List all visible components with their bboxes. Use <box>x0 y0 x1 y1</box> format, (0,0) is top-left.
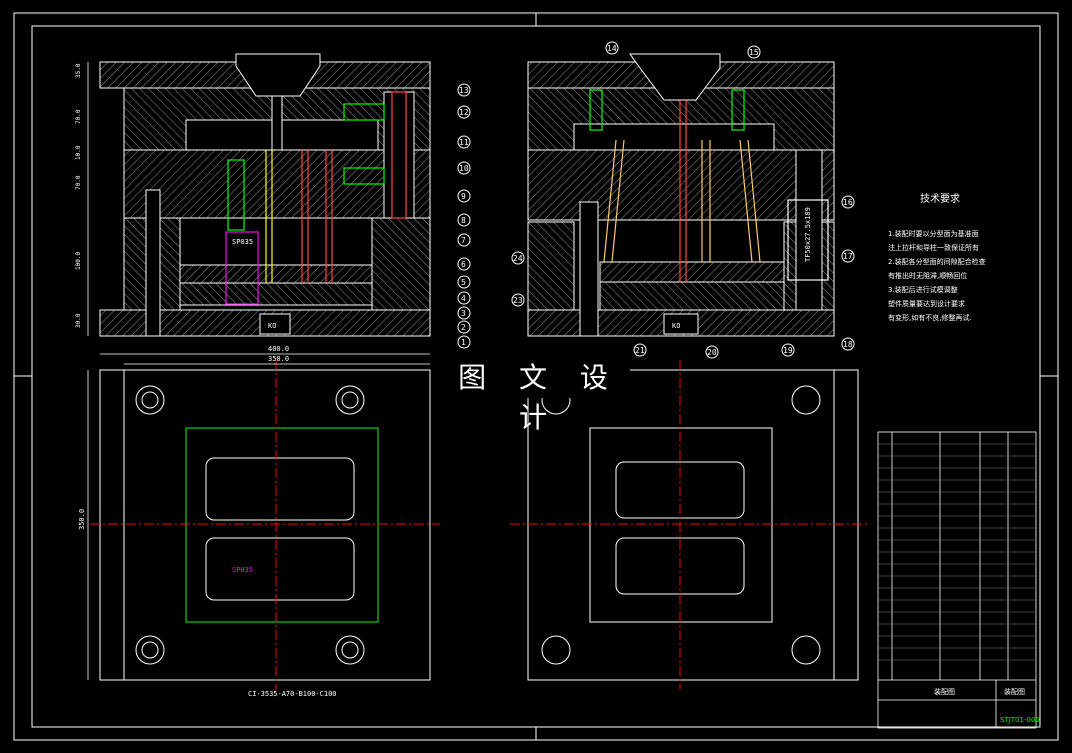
balloon-19: 19 <box>783 346 793 355</box>
ko-label-right: KO <box>672 322 680 330</box>
tech-line-4: 有推出时无阻滞,顺畅回位 <box>888 271 967 280</box>
right-plan-centerlines <box>510 360 868 690</box>
top-width-dim: 400.0 <box>268 345 289 353</box>
balloon-12: 12 <box>459 108 469 117</box>
balloon-13: 13 <box>459 86 469 95</box>
mold-base-code: CI-3535-A70-B100-C100 <box>248 690 337 698</box>
parts-list-rows <box>878 443 1036 661</box>
stack-dim-5: 30.0 <box>75 313 82 328</box>
stack-dim-4: 100.0 <box>75 252 82 270</box>
balloon-17: 17 <box>843 252 853 261</box>
balloon-2: 2 <box>461 323 466 332</box>
sp-label-right: SP035 <box>232 566 253 574</box>
ko-label-left: KO <box>268 322 276 330</box>
left-plan-view <box>99 369 431 681</box>
right-section-view <box>527 53 835 337</box>
balloon-1: 1 <box>461 338 466 347</box>
tech-line-6: 塑件质量要达到设计要求 <box>888 299 965 308</box>
stack-dim-2: 70.0 <box>75 175 82 190</box>
balloon-4: 4 <box>461 294 466 303</box>
balloon-24: 24 <box>513 254 523 263</box>
left-plan-centerlines <box>90 360 440 690</box>
title-block-name: 装配图 <box>934 687 955 696</box>
tech-line-3: 2.装配各分型面的间隙配合检查 <box>888 257 986 266</box>
stack-dim-0: 35.0 <box>75 63 82 78</box>
technical-requirements: 技术要求 1.装配时要以分型面为基准面 注上拉杆和导柱一致保证所有 2.装配各分… <box>888 192 986 322</box>
balloon-16: 16 <box>843 198 853 207</box>
sp-label-left: SP035 <box>232 238 253 246</box>
balloons-left: 13 12 11 10 9 8 7 6 5 4 3 2 1 <box>457 83 471 349</box>
left-stack-dims: 35.0 70.0 70.0 10.0 100.0 30.0 <box>75 63 82 328</box>
balloon-23: 23 <box>513 296 523 305</box>
balloon-20: 20 <box>707 348 717 357</box>
spring-label: TF50x27.5x189 <box>804 207 812 262</box>
left-section-view <box>99 53 431 337</box>
stack-dim-3: 10.0 <box>75 145 82 160</box>
right-plan-view <box>527 369 859 681</box>
tech-line-1: 1.装配时要以分型面为基准面 <box>888 229 979 238</box>
title-block-part: 装配图 <box>1004 687 1025 696</box>
left-height-dim: 350.0 <box>78 509 86 530</box>
tech-line-5: 3.装配后进行试模调整 <box>888 285 958 294</box>
balloon-18: 18 <box>843 340 853 349</box>
balloon-10: 10 <box>459 164 469 173</box>
balloon-6: 6 <box>461 260 466 269</box>
title-block-code: STJT01-000 <box>1000 716 1040 724</box>
balloon-7: 7 <box>461 236 466 245</box>
balloon-3: 3 <box>461 309 466 318</box>
balloon-21: 21 <box>635 346 645 355</box>
inner-width-dim: 350.0 <box>268 355 289 363</box>
tech-line-7: 有变形,如有不良,修整再试. <box>888 313 972 322</box>
tech-title: 技术要求 <box>920 192 960 205</box>
balloon-15: 15 <box>749 48 759 57</box>
balloon-14: 14 <box>607 44 617 53</box>
watermark-banner: 图 文 设 计 <box>448 358 630 434</box>
balloon-11: 11 <box>459 138 469 147</box>
tech-line-2: 注上拉杆和导柱一致保证所有 <box>888 243 979 252</box>
stack-dim-1: 70.0 <box>75 109 82 124</box>
balloon-5: 5 <box>461 278 466 287</box>
balloon-9: 9 <box>461 192 466 201</box>
title-block <box>877 431 1037 729</box>
balloon-8: 8 <box>461 216 466 225</box>
